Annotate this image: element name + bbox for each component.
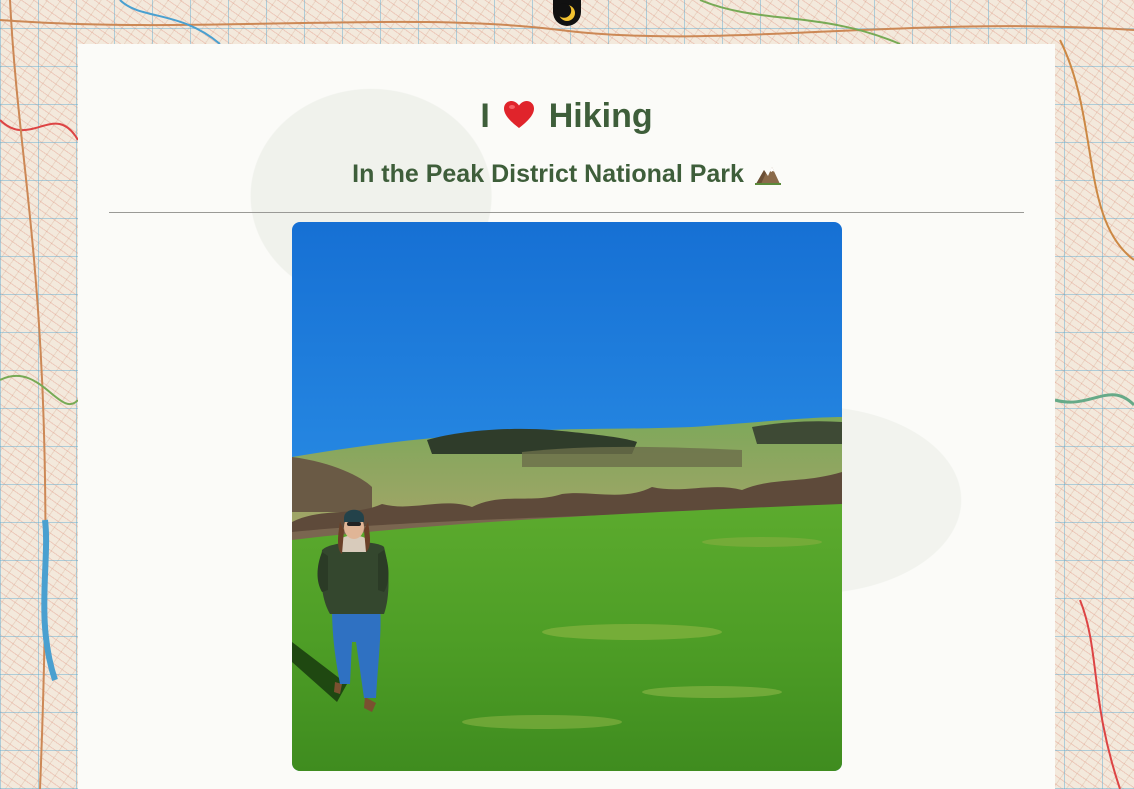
subtitle-text: In the Peak District National Park xyxy=(352,160,744,188)
title-prefix: I xyxy=(480,97,490,135)
content-card: I Hiking In the Peak District National P… xyxy=(78,44,1055,789)
hiker-in-field-photo xyxy=(292,222,842,771)
page-subtitle: In the Peak District National Park xyxy=(78,159,1055,192)
title-suffix: Hiking xyxy=(548,97,653,135)
snow-capped-mountain-icon xyxy=(754,162,781,192)
crescent-moon-icon xyxy=(557,3,575,21)
red-heart-icon xyxy=(503,99,535,139)
theme-toggle-button[interactable] xyxy=(553,0,581,26)
title-divider xyxy=(109,212,1024,213)
page-title: I Hiking xyxy=(78,96,1055,139)
